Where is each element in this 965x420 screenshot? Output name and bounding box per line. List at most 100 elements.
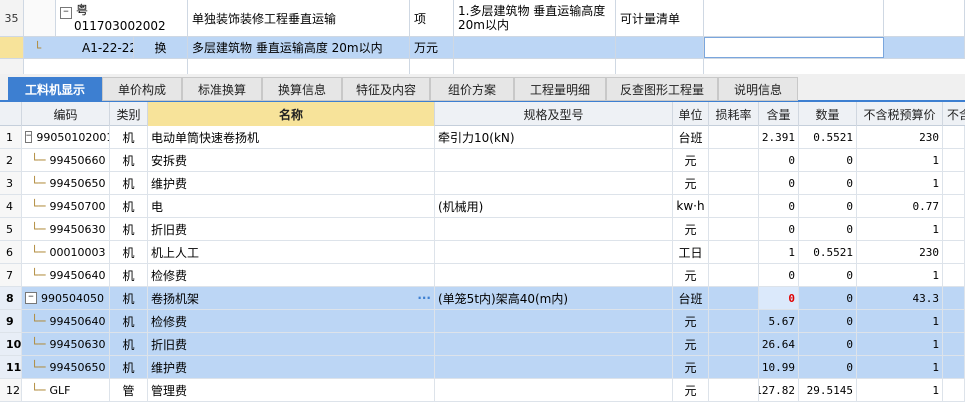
quota-name[interactable]: 多层建筑物 垂直运输高度 20m以内 [188,37,410,58]
cell-loss-rate[interactable] [709,379,759,401]
cell-budget-price[interactable]: 230 [857,241,943,263]
cell-overflow[interactable] [943,126,965,148]
header-quantity[interactable]: 数量 [799,102,857,126]
cell-overflow[interactable] [943,218,965,240]
cell-quantity[interactable]: 0.5521 [799,126,857,148]
header-code[interactable]: 编码 [22,102,110,126]
cell-unit[interactable]: 元 [673,172,709,194]
cell-loss-rate[interactable] [709,241,759,263]
tab-unit-price-composition[interactable]: 单价构成 [102,77,182,101]
cell-spec[interactable] [435,149,673,171]
cell-content[interactable]: 10.99 [759,356,799,378]
cell-overflow[interactable] [943,149,965,171]
cell-code[interactable]: └─ 99450700 [22,195,110,217]
cell-code[interactable]: └─ 99450660 [22,149,110,171]
cell-name[interactable]: 机上人工 [148,241,435,263]
cell-unit[interactable]: 元 [673,333,709,355]
cell-content[interactable]: 1 [759,241,799,263]
quota-row[interactable]: └ A1-22-22 换 多层建筑物 垂直运输高度 20m以内 万元 [0,37,965,59]
cell-quantity[interactable]: 0 [799,264,857,286]
tab-reverse-graphic-quantity[interactable]: 反查图形工程量 [606,77,718,101]
cell-content[interactable]: 0 [759,287,799,309]
tab-standard-conversion[interactable]: 标准换算 [182,77,262,101]
cell-quantity[interactable]: 29.5145 [799,379,857,401]
cell-quantity[interactable]: 0 [799,333,857,355]
cell-code[interactable]: └─ 99450640 [22,264,110,286]
header-name[interactable]: 名称 [148,102,435,126]
grid-row[interactable]: 2 └─ 99450660 机安拆费元 0 0 1 [0,149,965,172]
grid-row[interactable]: 4 └─ 99450700 机电 (机械用) kw·h 0 0 0.77 [0,195,965,218]
cell-quantity[interactable]: 0 [799,287,857,309]
cell-loss-rate[interactable] [709,264,759,286]
cell-spec[interactable] [435,218,673,240]
cell-category[interactable]: 机 [110,333,148,355]
cell-budget-price[interactable]: 230 [857,126,943,148]
cell-overflow[interactable] [943,287,965,309]
tab-pricing-plan[interactable]: 组价方案 [430,77,514,101]
grid-row[interactable]: 6 └─ 00010003 机机上人工 工日 1 0.5521 230 [0,241,965,264]
cell-unit[interactable]: 元 [673,356,709,378]
cell-unit[interactable]: 元 [673,379,709,401]
collapse-icon[interactable]: − [25,131,33,143]
cell-spec[interactable] [435,379,673,401]
cell-unit[interactable]: 工日 [673,241,709,263]
cell-name[interactable]: 折旧费 [148,333,435,355]
cell-code[interactable]: └─ 99450650 [22,356,110,378]
cell-code[interactable]: └─ GLF [22,379,110,401]
cell-content[interactable]: 0 [759,195,799,217]
bill-measure-type[interactable]: 可计量清单 [616,0,704,36]
cell-loss-rate[interactable] [709,149,759,171]
cell-category[interactable]: 机 [110,218,148,240]
cell-category[interactable]: 机 [110,241,148,263]
cell-loss-rate[interactable] [709,356,759,378]
cell-category[interactable]: 机 [110,310,148,332]
cell-spec[interactable] [435,241,673,263]
cell-spec[interactable]: 牵引力10(kN) [435,126,673,148]
cell-name[interactable]: 检修费 [148,264,435,286]
quota-extra-2[interactable] [884,37,965,58]
cell-loss-rate[interactable] [709,172,759,194]
cell-content[interactable]: 26.64 [759,333,799,355]
header-unit[interactable]: 单位 [673,102,709,126]
cell-spec[interactable] [435,310,673,332]
cell-overflow[interactable] [943,172,965,194]
quota-code[interactable]: A1-22-22 [56,37,134,58]
cell-code[interactable]: └─ 99450630 [22,218,110,240]
cell-name[interactable]: 安拆费 [148,149,435,171]
more-options-icon[interactable]: ··· [417,291,431,305]
cell-overflow[interactable] [943,379,965,401]
grid-row[interactable]: 7 └─ 99450640 机检修费元 0 0 1 [0,264,965,287]
cell-category[interactable]: 机 [110,195,148,217]
cell-content[interactable]: 0 [759,218,799,240]
cell-code[interactable]: −99050102001 [22,126,110,148]
cell-name[interactable]: 电 [148,195,435,217]
cell-budget-price[interactable]: 1 [857,310,943,332]
collapse-icon[interactable]: − [25,292,37,304]
cell-content[interactable]: 0 [759,264,799,286]
cell-code[interactable]: └─ 99450650 [22,172,110,194]
cell-quantity[interactable]: 0 [799,172,857,194]
quota-edit-field[interactable] [704,37,884,58]
cell-loss-rate[interactable] [709,195,759,217]
cell-budget-price[interactable]: 1 [857,379,943,401]
cell-budget-price[interactable]: 1 [857,218,943,240]
cell-name[interactable]: 维护费 [148,172,435,194]
cell-unit[interactable]: 元 [673,149,709,171]
cell-content[interactable]: 0 [759,149,799,171]
grid-row[interactable]: 3 └─ 99450650 机维护费元 0 0 1 [0,172,965,195]
cell-spec[interactable] [435,172,673,194]
cell-name[interactable]: 检修费 [148,310,435,332]
cell-unit[interactable]: 元 [673,264,709,286]
cell-loss-rate[interactable] [709,310,759,332]
cell-code[interactable]: └─ 99450640 [22,310,110,332]
cell-overflow[interactable] [943,195,965,217]
tab-labor-material-machine[interactable]: 工料机显示 [8,77,102,101]
quota-unit[interactable]: 万元 [410,37,454,58]
cell-spec[interactable] [435,333,673,355]
cell-content[interactable]: 0 [759,172,799,194]
cell-category[interactable]: 机 [110,264,148,286]
bill-unit[interactable]: 项 [410,0,454,36]
cell-quantity[interactable]: 0 [799,356,857,378]
header-category[interactable]: 类别 [110,102,148,126]
cell-quantity[interactable]: 0 [799,149,857,171]
